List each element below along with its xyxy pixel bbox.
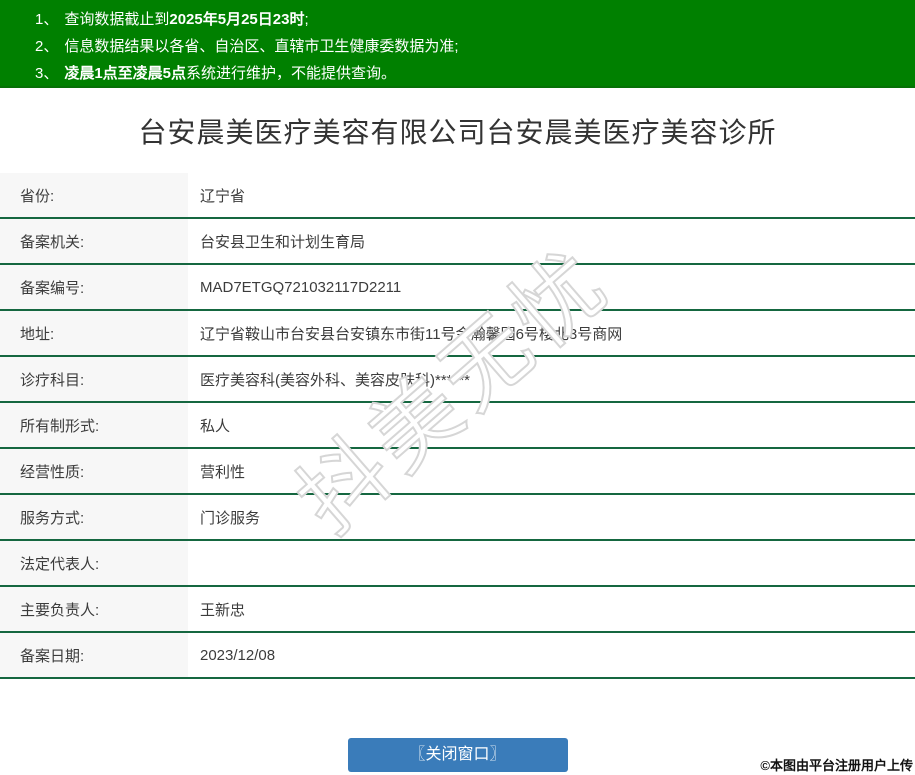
record-table: 省份: 辽宁省 备案机关: 台安县卫生和计划生育局 备案编号: MAD7ETGQ… bbox=[0, 173, 915, 679]
notice-line-1: 1、 查询数据截止到2025年5月25日23时; bbox=[35, 6, 905, 33]
row-value: 营利性 bbox=[200, 463, 246, 481]
notice-number: 2、 bbox=[35, 38, 59, 55]
row-value: 辽宁省 bbox=[200, 187, 246, 205]
notice-banner: 1、 查询数据截止到2025年5月25日23时; 2、 信息数据结果以各省、自治区、… bbox=[0, 0, 915, 88]
row-value bbox=[188, 541, 915, 585]
row-label: 经营性质: bbox=[0, 449, 188, 493]
credit-label: ©本图由平台注册用户上传 bbox=[760, 758, 913, 773]
notice-number: 1、 bbox=[35, 11, 59, 28]
notice-line-3: 3、 凌晨1点至凌晨5点系统进行维护，不能提供查询。 bbox=[35, 60, 905, 87]
row-value: 台安县卫生和计划生育局 bbox=[200, 233, 366, 251]
row-label: 主要负责人: bbox=[0, 587, 188, 631]
title-bar: 台安晨美医疗美容有限公司台安晨美医疗美容诊所 bbox=[0, 88, 915, 173]
table-row-legal-representative: 法定代表人: bbox=[0, 541, 915, 587]
row-value: 王新忠 bbox=[200, 601, 246, 619]
table-row-filing-date: 备案日期: 2023/12/08 bbox=[0, 633, 915, 679]
row-value: 私人 bbox=[200, 417, 231, 435]
row-label: 备案日期: bbox=[0, 633, 188, 677]
row-label: 法定代表人: bbox=[0, 541, 188, 585]
table-row-filing-authority: 备案机关: 台安县卫生和计划生育局 bbox=[0, 219, 915, 265]
table-row-province: 省份: 辽宁省 bbox=[0, 173, 915, 219]
notice-text: 系统进行维护，不能提供查询。 bbox=[186, 65, 397, 82]
notice-text: ; bbox=[304, 11, 309, 28]
table-row-operating-nature: 经营性质: 营利性 bbox=[0, 449, 915, 495]
row-value: 门诊服务 bbox=[200, 509, 261, 527]
notice-text-bold: 凌晨1点至凌晨5点 bbox=[64, 65, 187, 82]
table-row-service-mode: 服务方式: 门诊服务 bbox=[0, 495, 915, 541]
row-value: 2023/12/08 bbox=[200, 646, 276, 664]
row-value: MAD7ETGQ721032117D2211 bbox=[200, 278, 402, 296]
row-label: 备案编号: bbox=[0, 265, 188, 309]
table-row-ownership-form: 所有制形式: 私人 bbox=[0, 403, 915, 449]
table-row-medical-subjects: 诊疗科目: 医疗美容科(美容外科、美容皮肤科)****** bbox=[0, 357, 915, 403]
page-title: 台安晨美医疗美容有限公司台安晨美医疗美容诊所 bbox=[138, 116, 777, 148]
notice-number: 3、 bbox=[35, 65, 59, 82]
row-label: 备案机关: bbox=[0, 219, 188, 263]
table-row-address: 地址: 辽宁省鞍山市台安县台安镇东市街11号金瀚馨园6号楼北3号商网 bbox=[0, 311, 915, 357]
notice-text-bold: 2025年5月25日23时 bbox=[169, 11, 305, 28]
row-label: 诊疗科目: bbox=[0, 357, 188, 401]
row-label: 省份: bbox=[0, 173, 188, 217]
row-label: 所有制形式: bbox=[0, 403, 188, 447]
row-label: 服务方式: bbox=[0, 495, 188, 539]
notice-text: 查询数据截止到 bbox=[64, 11, 170, 28]
table-row-person-in-charge: 主要负责人: 王新忠 bbox=[0, 587, 915, 633]
row-value: 医疗美容科(美容外科、美容皮肤科)****** bbox=[200, 371, 471, 389]
close-window-button[interactable]: 〖关闭窗口〗 bbox=[347, 738, 568, 772]
row-label: 地址: bbox=[0, 311, 188, 355]
table-row-filing-number: 备案编号: MAD7ETGQ721032117D2211 bbox=[0, 265, 915, 311]
notice-text: 信息数据结果以各省、自治区、直辖市卫生健康委数据为准; bbox=[64, 38, 459, 55]
notice-line-2: 2、 信息数据结果以各省、自治区、直辖市卫生健康委数据为准; bbox=[35, 33, 905, 60]
row-value: 辽宁省鞍山市台安县台安镇东市街11号金瀚馨园6号楼北3号商网 bbox=[200, 325, 623, 343]
